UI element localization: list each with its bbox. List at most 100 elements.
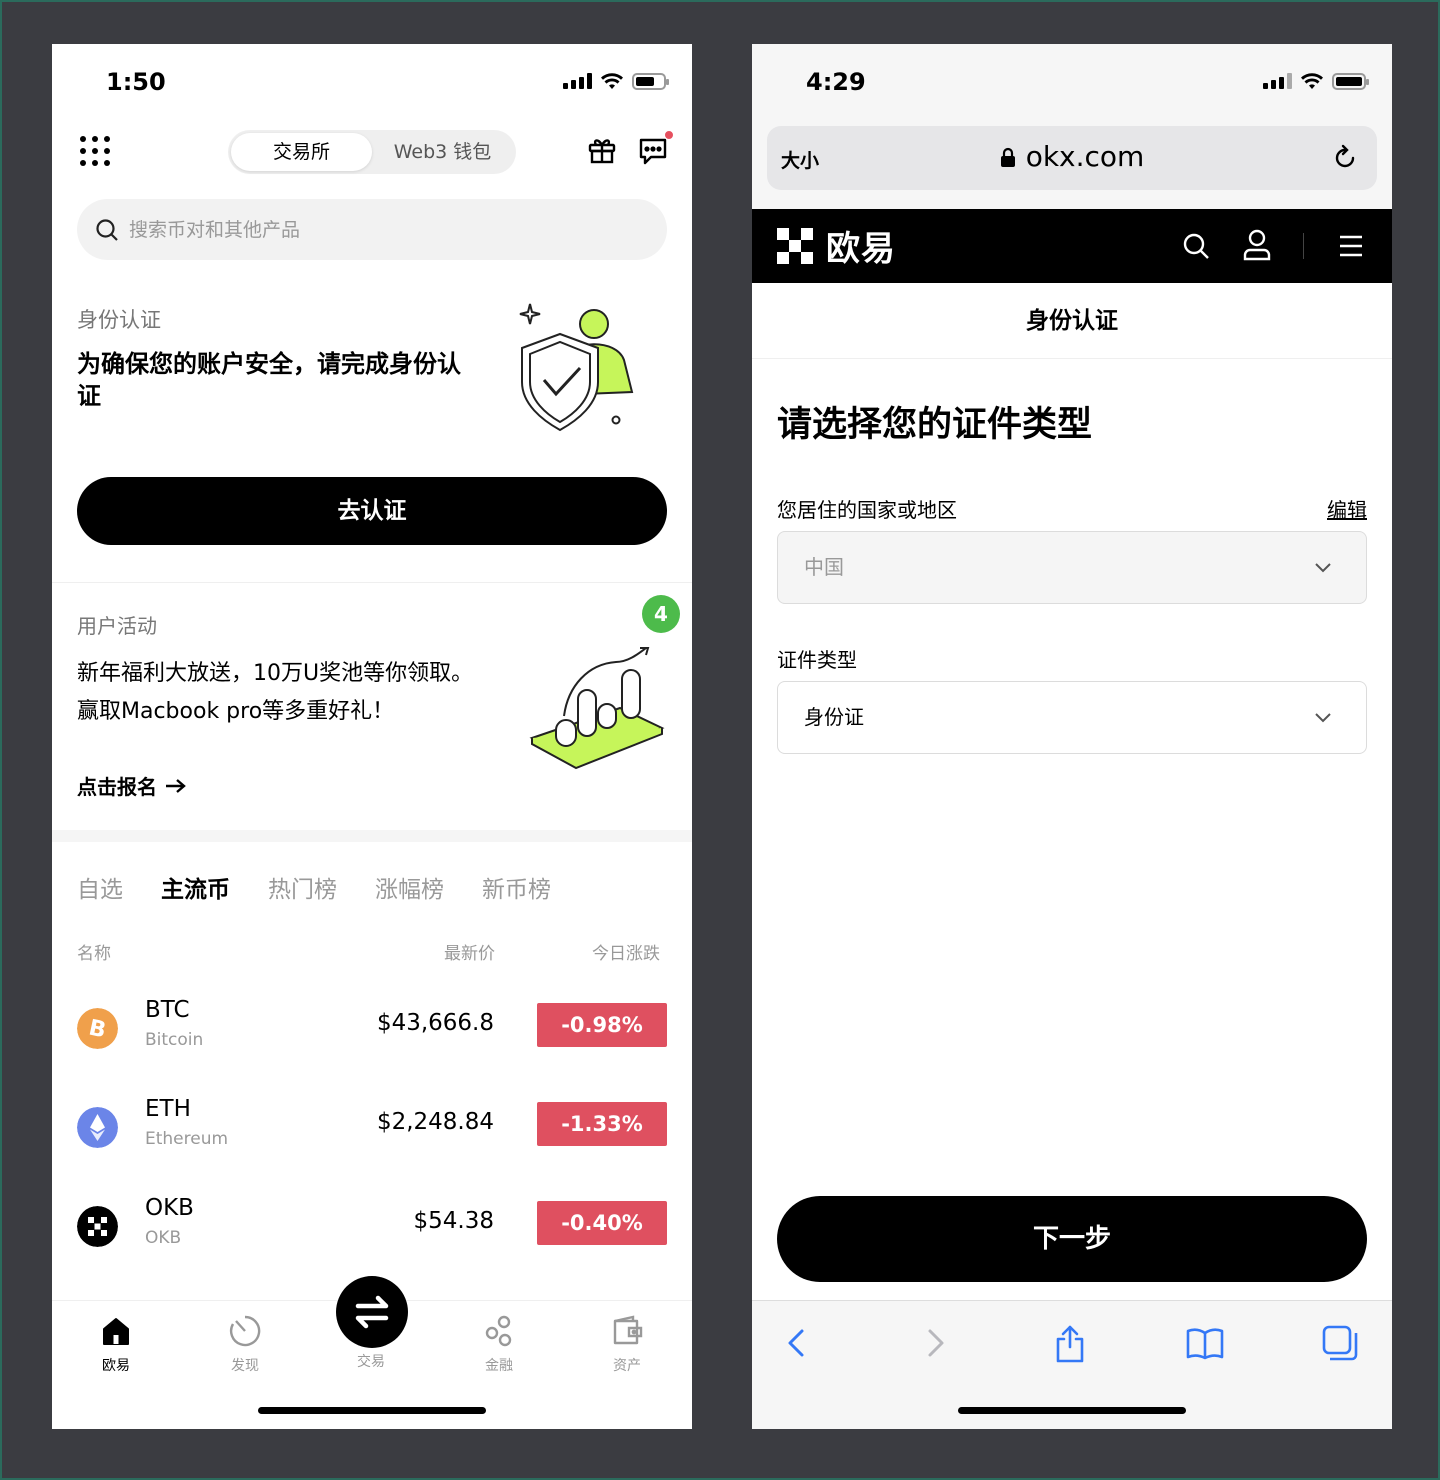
coin-name: OKB <box>145 1228 182 1248</box>
coin-change-badge: -1.33% <box>537 1102 667 1146</box>
menu-icon[interactable] <box>1338 234 1364 258</box>
wifi-icon <box>601 73 623 89</box>
coin-name: Bitcoin <box>145 1030 204 1050</box>
finance-icon <box>485 1315 512 1347</box>
cellular-signal-icon <box>1263 73 1292 89</box>
chevron-down-icon <box>1315 713 1331 723</box>
market-tabs: 自选 主流币 热门榜 涨幅榜 新币榜 <box>77 870 589 904</box>
coin-name: Ethereum <box>145 1129 229 1149</box>
coin-change-badge: -0.98% <box>537 1003 667 1047</box>
tab-assets-label: 资产 <box>613 1358 641 1374</box>
doc-type-select[interactable]: 身份证 <box>777 681 1367 754</box>
search-input[interactable] <box>129 218 609 241</box>
reload-icon[interactable] <box>1331 144 1359 172</box>
document-type-heading: 请选择您的证件类型 <box>777 405 1093 445</box>
okx-navbar: 欧易 <box>752 209 1392 283</box>
home-indicator <box>958 1407 1186 1414</box>
back-icon[interactable] <box>778 1323 818 1363</box>
lock-icon <box>1000 147 1015 167</box>
discover-icon <box>229 1315 261 1347</box>
tab-discover-label: 发现 <box>231 1358 259 1374</box>
register-link[interactable]: 点击报名 <box>77 771 667 800</box>
coin-row-eth[interactable]: ETH Ethereum $2,248.84 -1.33% <box>77 1096 667 1161</box>
search-icon <box>96 218 118 241</box>
doc-type-value: 身份证 <box>804 705 864 729</box>
battery-icon <box>1332 72 1369 90</box>
country-value: 中国 <box>804 555 844 579</box>
address-bar[interactable]: 大小 okx.com <box>767 126 1377 190</box>
coin-row-okb[interactable]: OKB OKB $54.38 -0.40% <box>77 1195 667 1260</box>
tab-web3-wallet[interactable]: Web3 钱包 <box>372 133 513 171</box>
app-header: 交易所 Web3 钱包 <box>52 130 692 180</box>
coin-price: $2,248.84 <box>376 1109 494 1135</box>
tab-exchange[interactable]: 交易所 <box>231 133 372 171</box>
forward-icon[interactable] <box>914 1323 954 1363</box>
user-icon[interactable] <box>1242 229 1272 261</box>
country-select: 中国 <box>777 531 1367 604</box>
coin-row-btc[interactable]: B BTC Bitcoin $43,666.8 -0.98% <box>77 997 667 1062</box>
bitcoin-icon: B <box>77 1008 118 1049</box>
market-tab-favorites[interactable]: 自选 <box>77 870 123 904</box>
activity-count-badge: 4 <box>642 595 680 633</box>
activity-title: 新年福利大放送，10万U奖池等你领取。赢取Macbook pro等多重好礼！ <box>77 661 474 724</box>
tab-trade-label: 交易 <box>357 1354 385 1370</box>
coin-price: $54.38 <box>413 1208 494 1234</box>
home-icon <box>103 1318 129 1345</box>
divider <box>52 582 692 583</box>
search-icon[interactable] <box>1182 232 1210 260</box>
chat-bubble-icon <box>639 138 667 165</box>
tabs-icon[interactable] <box>1320 1323 1360 1363</box>
page-title: 身份认证 <box>752 283 1392 359</box>
start-verification-button[interactable]: 去认证 <box>77 477 667 545</box>
kyc-card: 身份认证 为确保您的账户安全，请完成身份认证 <box>77 303 667 432</box>
search-bar[interactable] <box>77 199 667 260</box>
register-link-label: 点击报名 <box>77 775 157 799</box>
tab-assets[interactable]: 资产 <box>582 1313 672 1375</box>
apps-grid-icon[interactable] <box>80 136 110 166</box>
doc-type-label: 证件类型 <box>777 648 857 672</box>
messages-button[interactable] <box>636 130 674 168</box>
kyc-title: 为确保您的账户安全，请完成身份认证 <box>77 350 461 410</box>
activity-illustration <box>529 647 665 770</box>
edit-country-link[interactable]: 编辑 <box>1327 494 1367 523</box>
brand-name: 欧易 <box>826 229 896 269</box>
status-bar: 1:50 <box>52 44 692 124</box>
next-step-button[interactable]: 下一步 <box>777 1196 1367 1282</box>
coin-symbol: ETH <box>145 1096 191 1122</box>
wifi-icon <box>1301 73 1323 89</box>
status-time: 4:29 <box>806 68 866 96</box>
okx-app-screen: 1:50 交易所 Web3 钱包 搜索币对和其他产品 身份认证 为确保您的账户安… <box>52 44 692 1429</box>
tab-finance-label: 金融 <box>485 1358 513 1374</box>
coin-symbol: BTC <box>145 997 190 1023</box>
coin-price: $43,666.8 <box>376 1010 494 1036</box>
ethereum-icon <box>77 1107 118 1148</box>
market-tab-gainers[interactable]: 涨幅榜 <box>375 870 444 904</box>
url-display: okx.com <box>767 140 1377 173</box>
safari-okx-screen: 4:29 大小 okx.com 欧易 身份认证 请选择您的证件类型 您居住的国家… <box>752 44 1392 1429</box>
share-icon[interactable] <box>1050 1323 1090 1363</box>
tab-home[interactable]: 欧易 <box>71 1313 161 1375</box>
status-bar: 4:29 <box>752 44 1392 124</box>
identity-shield-illustration <box>519 303 634 432</box>
chevron-down-icon <box>1315 563 1331 573</box>
market-tab-new[interactable]: 新币榜 <box>482 870 551 904</box>
gift-icon[interactable] <box>586 134 618 166</box>
okx-logo-icon[interactable] <box>777 228 813 264</box>
wallet-icon <box>613 1315 643 1345</box>
column-header-name: 名称 <box>77 944 111 964</box>
url-text: okx.com <box>1025 140 1145 173</box>
coin-change-badge: -0.40% <box>537 1201 667 1245</box>
section-divider <box>52 830 692 842</box>
mode-switch: 交易所 Web3 钱包 <box>228 130 516 174</box>
market-tab-hot[interactable]: 热门榜 <box>268 870 337 904</box>
nav-separator <box>1303 233 1304 259</box>
tab-discover[interactable]: 发现 <box>200 1313 290 1375</box>
home-indicator <box>258 1407 486 1414</box>
notification-dot <box>664 130 674 140</box>
market-tab-major[interactable]: 主流币 <box>161 870 230 904</box>
cellular-signal-icon <box>563 73 592 89</box>
bookmarks-icon[interactable] <box>1185 1323 1225 1363</box>
status-icons <box>563 72 669 90</box>
tab-finance[interactable]: 金融 <box>454 1313 544 1375</box>
trade-fab-button[interactable] <box>336 1276 408 1348</box>
